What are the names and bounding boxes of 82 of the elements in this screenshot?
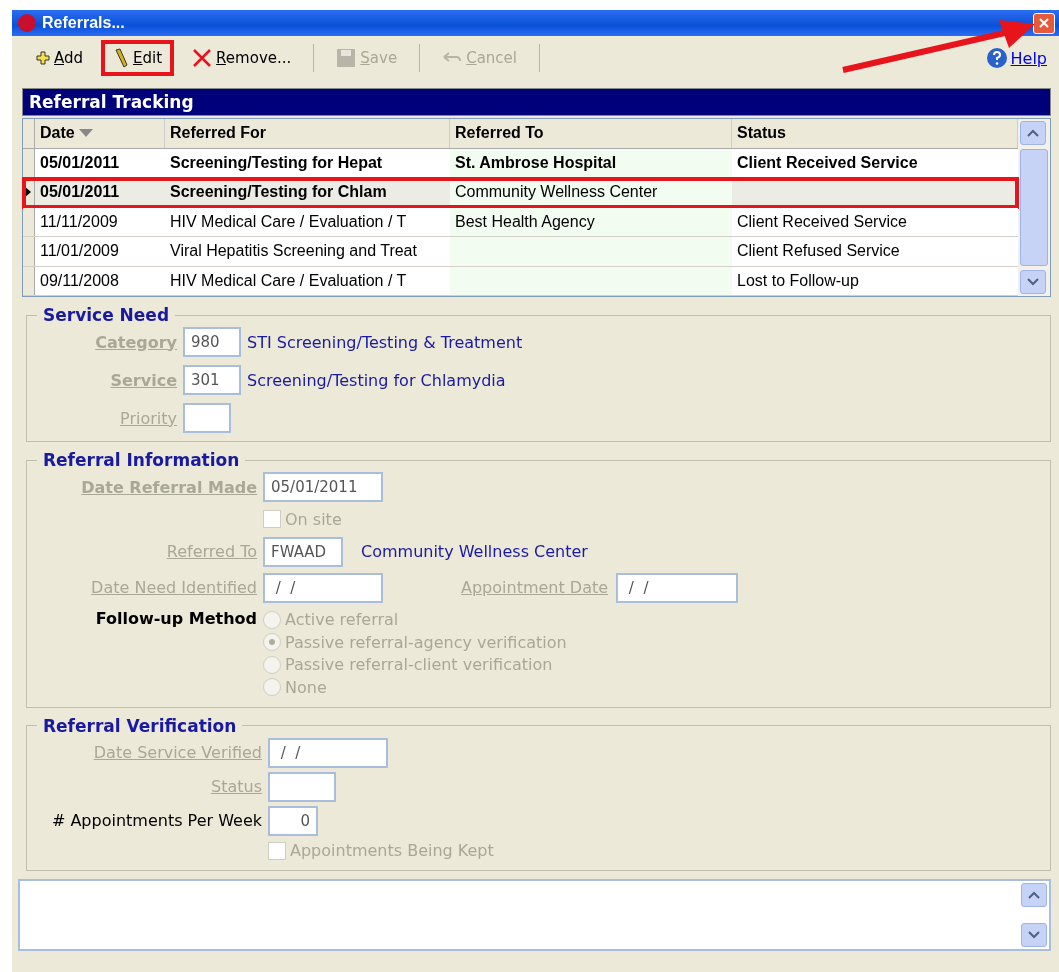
input-field[interactable]: [183, 403, 231, 433]
pencil-icon: [113, 48, 130, 68]
input-field[interactable]: 05/01/2011: [263, 472, 383, 502]
radio-button[interactable]: [263, 633, 281, 652]
field-description: Screening/Testing for Chlamydia: [247, 370, 506, 390]
section-header: Referral Tracking: [22, 88, 1051, 116]
radio-button[interactable]: [263, 678, 281, 697]
field-description: Community Wellness Center: [361, 542, 588, 561]
table-row[interactable]: 11/11/2009 HIV Medical Care / Evaluation / T Best Health Agency Client Received Service: [23, 207, 1018, 237]
input-field[interactable]: FWAAD: [263, 536, 343, 567]
scroll-up-button[interactable]: [1021, 883, 1047, 907]
chevron-up-icon: [1027, 129, 1039, 137]
group-title: Referral Verification: [42, 715, 238, 736]
table-cell-text: 11/11/2009: [39, 211, 119, 232]
checkbox[interactable]: [263, 510, 281, 529]
row-header[interactable]: [23, 178, 35, 207]
table-row[interactable]: 05/01/2011 Screening/Testing for Chlam Community Wellness Center: [23, 178, 1018, 208]
radio-label: Passive referral-client verification: [285, 655, 553, 675]
scroll-up-button[interactable]: [1020, 121, 1046, 145]
help-icon: [985, 47, 1008, 69]
table-cell-text: Screening/Testing for Hepat: [169, 152, 384, 173]
sort-down-icon: [78, 129, 93, 138]
table-cell-text: Client Received Service: [736, 152, 919, 173]
table-cell-text: HIV Medical Care / Evaluation / T: [169, 270, 408, 291]
table-cell-text: 05/01/2011: [39, 152, 121, 173]
window-title: Referrals...: [42, 14, 125, 32]
scroll-down-button[interactable]: [1021, 923, 1047, 947]
input-field[interactable]: / /: [268, 737, 388, 768]
table-cell: Best Health Agency: [450, 207, 732, 236]
table-cell-text: 05/01/2011: [39, 182, 121, 203]
radio-button[interactable]: [263, 655, 281, 674]
add-button[interactable]: Add: [24, 41, 96, 75]
app-logo-icon: [16, 13, 38, 33]
notes-field[interactable]: [18, 879, 1051, 951]
checkbox-label: On site: [285, 509, 342, 529]
table-cell-text: 11/01/2009: [39, 241, 120, 262]
field-description: STI Screening/Testing & Treatment: [247, 332, 523, 352]
column-header[interactable]: Date: [35, 119, 165, 148]
close-icon: [1039, 18, 1049, 28]
checkbox-label: Appointments Being Kept: [290, 841, 494, 861]
input-field[interactable]: / /: [616, 572, 739, 603]
close-button[interactable]: [1033, 12, 1055, 34]
field-label: Follow-up Method: [94, 608, 257, 628]
group-title: Referral Information: [42, 450, 241, 470]
row-pointer-icon: [23, 186, 31, 199]
input-field[interactable]: 301: [183, 365, 241, 395]
table-cell-text: Client Refused Service: [736, 241, 901, 262]
checkbox[interactable]: [268, 841, 286, 860]
table-cell: St. Ambrose Hospital: [450, 148, 732, 177]
undo-icon: [442, 51, 463, 65]
table-row[interactable]: 11/01/2009 Viral Hepatitis Screening and Treat Client Refused Service: [23, 237, 1018, 267]
radio-label: None: [285, 677, 327, 697]
input-field[interactable]: / /: [263, 572, 383, 603]
input-field[interactable]: [268, 771, 336, 802]
table-cell-text: Screening/Testing for Chlam: [169, 182, 388, 203]
table-cell-text: 09/11/2008: [39, 270, 120, 291]
scrollbar[interactable]: [1018, 119, 1050, 296]
table-cell-text: Client Received Service: [736, 211, 908, 232]
plus-icon: [36, 51, 50, 65]
chevron-down-icon: [1028, 931, 1040, 939]
table-cell: Community Wellness Center: [450, 178, 732, 207]
radio-button[interactable]: [263, 610, 281, 629]
radio-label: Active referral: [285, 610, 399, 630]
table-cell-text: Viral Hepatitis Screening and Treat: [169, 241, 418, 262]
field-label: # Appointments Per Week: [50, 811, 262, 830]
close-icon: [192, 48, 213, 68]
group-title: Service Need: [42, 305, 171, 325]
table-cell-text: HIV Medical Care / Evaluation / T: [169, 211, 408, 232]
remove-button[interactable]: Remove...: [180, 40, 304, 76]
input-field[interactable]: 0: [268, 805, 318, 836]
table-cell-text: Lost to Follow-up: [736, 270, 860, 291]
scroll-down-button[interactable]: [1020, 270, 1046, 294]
chevron-up-icon: [1028, 891, 1040, 899]
input-field[interactable]: 980: [183, 327, 241, 357]
table-row[interactable]: 09/11/2008 HIV Medical Care / Evaluation / T Lost to Follow-up: [23, 266, 1018, 296]
help-link[interactable]: Help: [985, 47, 1047, 69]
chevron-down-icon: [1027, 278, 1039, 286]
table-row[interactable]: 05/01/2011 Screening/Testing for Hepat St. Ambrose Hospital Client Received Service: [23, 148, 1018, 178]
edit-button[interactable]: Edit: [101, 40, 175, 76]
column-header[interactable]: Referred For: [165, 119, 450, 148]
radio-label: Passive referral-agency verification: [285, 632, 567, 652]
column-header[interactable]: Referred To: [450, 119, 732, 148]
